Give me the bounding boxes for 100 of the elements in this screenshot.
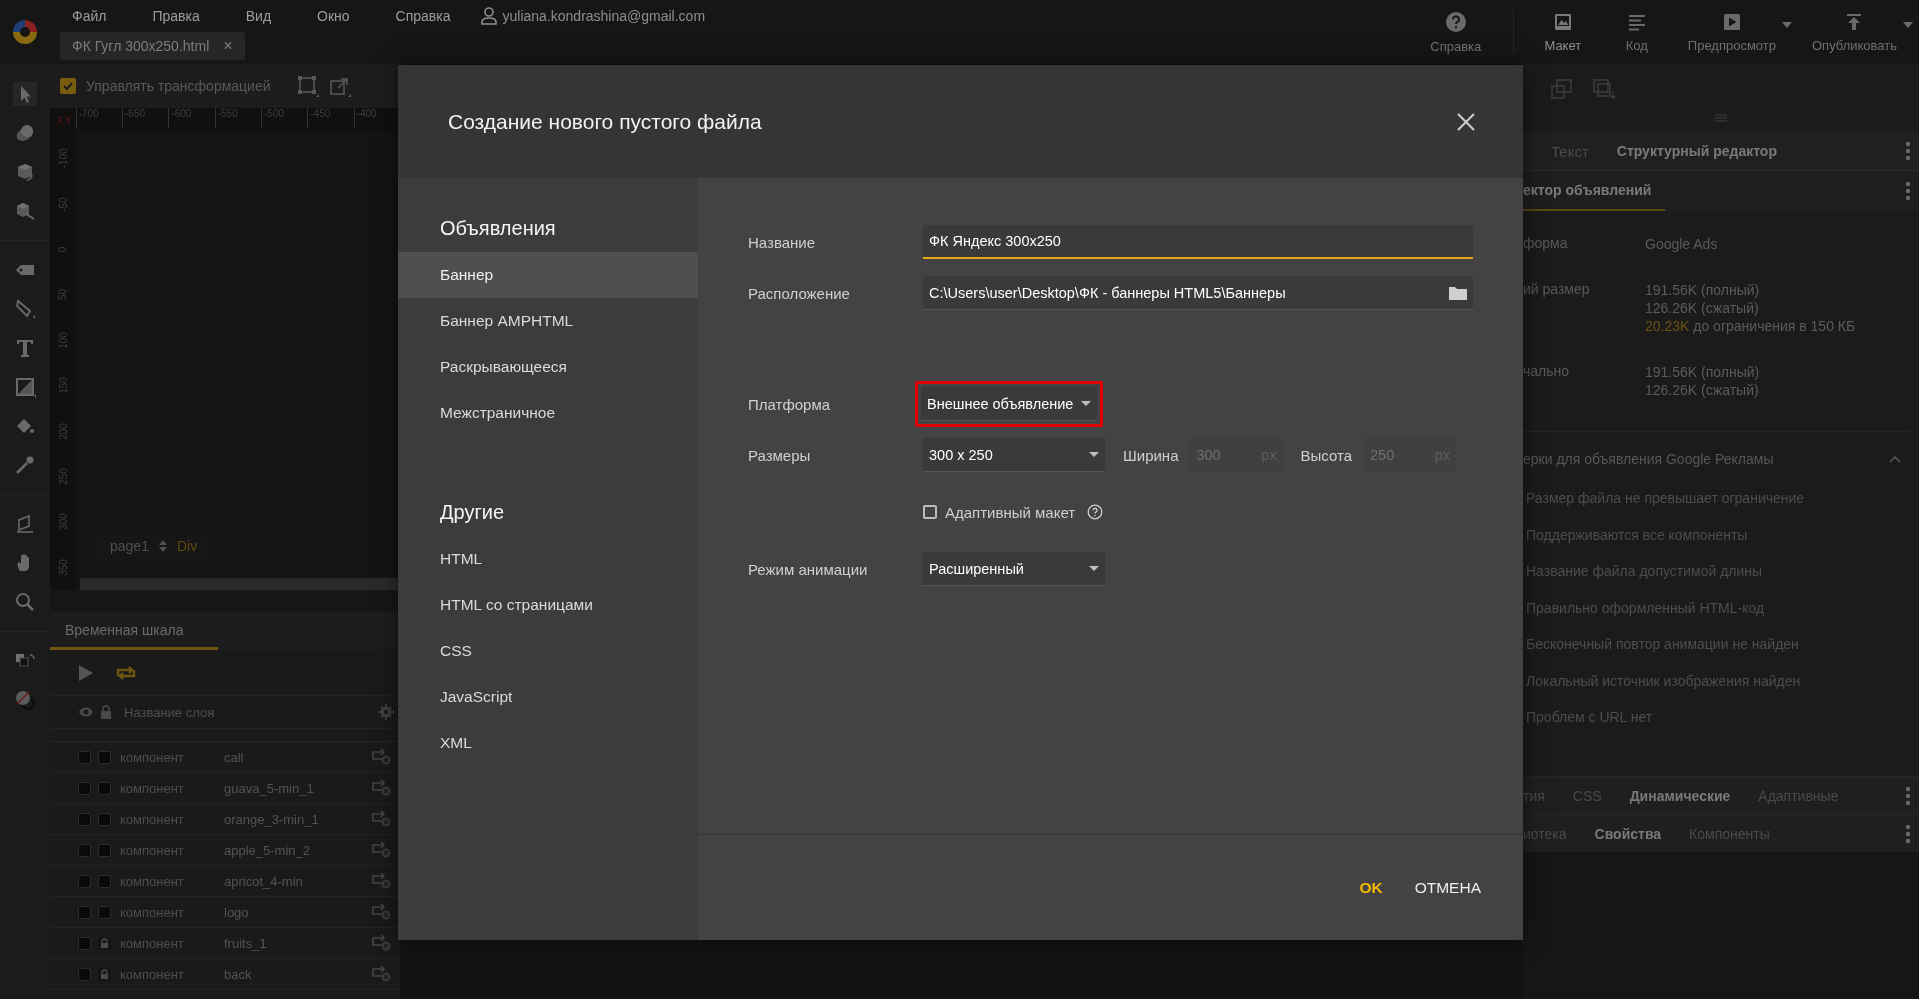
field-label: Ширина <box>1123 446 1179 464</box>
property-value: 191.56K (полный) <box>1645 363 1760 381</box>
property-value: 126.26K (сжатый) <box>1645 381 1760 399</box>
chevron-icon[interactable] <box>1889 455 1901 463</box>
view-button[interactable]: Код <box>1603 0 1670 64</box>
close-button[interactable] <box>1457 112 1475 131</box>
input-field[interactable]: ФК Яндекс 300x250 <box>923 225 1473 259</box>
close-tab-button[interactable]: × <box>223 37 233 55</box>
lock-icon[interactable] <box>98 967 111 981</box>
caret-icon <box>1089 452 1099 457</box>
play-icon[interactable] <box>78 663 94 682</box>
dropdown[interactable]: Внешнее объявление <box>921 387 1098 421</box>
path-field[interactable]: C:\Users\user\Desktop\ФК - баннеры HTML5\Баннеры <box>923 276 1473 310</box>
linkoff-icon[interactable] <box>370 811 392 827</box>
linkoff-icon[interactable] <box>370 904 392 920</box>
menu-item[interactable]: Справка <box>383 8 463 24</box>
help-button[interactable]: Справка <box>1410 0 1501 64</box>
property-label: форма <box>1523 235 1569 253</box>
checkbox[interactable] <box>60 78 76 94</box>
lock-icon[interactable] <box>100 705 112 719</box>
caret-icon <box>1081 401 1092 406</box>
linkoff-icon[interactable] <box>370 966 392 982</box>
nav-item[interactable]: Баннер AMPHTML <box>398 298 698 344</box>
nav-item[interactable]: Межстраничное <box>398 390 698 436</box>
panel-tab[interactable]: Свойства <box>1594 825 1662 842</box>
field-label: Размеры <box>748 446 812 464</box>
menu-item[interactable]: Окно <box>305 8 362 24</box>
visibility-toggle[interactable] <box>78 812 91 826</box>
visibility-toggle[interactable] <box>78 905 91 919</box>
gear-icon[interactable] <box>378 704 394 720</box>
nav-item[interactable]: Раскрывающееся <box>398 344 698 390</box>
view-button[interactable]: Предпросмотр <box>1677 0 1794 64</box>
nav-item[interactable]: JavaScript <box>398 674 698 720</box>
user-icon <box>478 6 499 26</box>
dropdown[interactable]: 300 x 250 <box>923 438 1105 472</box>
loop-icon[interactable] <box>114 663 138 682</box>
dialog-title: Создание нового пустого файла <box>448 109 763 134</box>
property-value: 20.23K до ограничения в 150 КБ <box>1645 317 1856 335</box>
field-label: Режим анимации <box>748 560 869 578</box>
kebab-icon[interactable] <box>1905 823 1911 844</box>
up-down-icon[interactable] <box>158 539 167 553</box>
layer-forward-icon[interactable] <box>1551 79 1573 99</box>
panel-tab[interactable]: Динамические <box>1629 787 1731 804</box>
nav-item[interactable]: Баннер <box>398 252 698 298</box>
visibility-toggle[interactable] <box>78 843 91 857</box>
dropdown[interactable]: Расширенный <box>923 552 1105 586</box>
eye-icon[interactable] <box>78 706 94 718</box>
frame-icon[interactable] <box>296 75 319 97</box>
panel-tab[interactable]: Структурный редактор <box>1616 143 1777 159</box>
menu-item[interactable]: Правка <box>140 8 212 24</box>
pen-icon[interactable] <box>13 297 37 321</box>
visibility-toggle[interactable] <box>78 874 91 888</box>
lock-toggle[interactable] <box>98 781 111 795</box>
cancel-button[interactable]: ОТМЕНА <box>1402 868 1493 907</box>
visibility-toggle[interactable] <box>78 781 91 795</box>
help-icon[interactable] <box>1087 504 1104 520</box>
lock-toggle[interactable] <box>98 750 111 764</box>
checkbox[interactable] <box>923 505 937 519</box>
rectangle-icon[interactable] <box>13 375 37 399</box>
section-heading: Объявления <box>439 215 557 241</box>
ok-button[interactable]: OK <box>1347 868 1395 907</box>
document-tab[interactable]: ФК Гугл 300x250.html × <box>60 32 245 60</box>
folder-icon[interactable] <box>1449 285 1467 300</box>
nav-item[interactable]: CSS <box>398 628 698 674</box>
property-value: 126.26K (сжатый) <box>1645 299 1760 317</box>
menu-item[interactable]: Файл <box>60 8 119 24</box>
user-email: yuliana.kondrashina@gmail.com <box>502 8 706 24</box>
resize-icon[interactable] <box>328 75 351 97</box>
visibility-toggle[interactable] <box>78 936 91 950</box>
scrollbar[interactable] <box>80 578 400 590</box>
kebab-icon[interactable] <box>1905 181 1911 201</box>
linkoff-icon[interactable] <box>370 873 392 889</box>
lock-toggle[interactable] <box>98 905 111 919</box>
kebab-icon[interactable] <box>1905 785 1911 806</box>
linkoff-icon[interactable] <box>370 935 392 951</box>
linkoff-icon[interactable] <box>370 749 392 765</box>
linkoff-icon[interactable] <box>370 780 392 796</box>
visibility-toggle[interactable] <box>78 967 91 981</box>
ruler-corner-label: X Y <box>55 114 73 126</box>
linkoff-icon[interactable] <box>370 842 392 858</box>
view-button[interactable]: Опубликовать <box>1802 0 1915 64</box>
lock-toggle[interactable] <box>98 843 111 857</box>
lock-toggle[interactable] <box>98 812 111 826</box>
timeline-tab[interactable]: Временная шкала <box>50 612 218 650</box>
fill-stroke-icon[interactable] <box>13 688 37 712</box>
field-label: Название <box>748 233 817 251</box>
kebab-icon[interactable] <box>1905 141 1911 161</box>
visibility-toggle[interactable] <box>78 750 91 764</box>
check-icon <box>62 80 74 92</box>
lock-icon[interactable] <box>98 936 111 950</box>
menu-item[interactable]: Вид <box>233 8 284 24</box>
lock-toggle[interactable] <box>98 874 111 888</box>
nav-item[interactable]: HTML <box>398 536 698 582</box>
layer-back-icon[interactable] <box>1593 79 1617 99</box>
property-value: Google Ads <box>1645 235 1718 253</box>
section-heading: Другие <box>439 499 506 525</box>
view-button[interactable]: Макет <box>1529 0 1596 64</box>
nav-item[interactable]: XML <box>398 720 698 766</box>
picture-icon <box>1552 11 1573 32</box>
nav-item[interactable]: HTML со страницами <box>398 582 698 628</box>
